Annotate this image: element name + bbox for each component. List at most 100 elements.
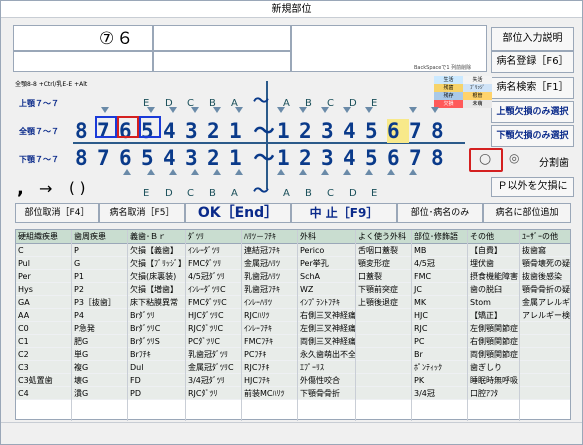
disease-item[interactable]: RJCﾀﾞﾂﾘC: [186, 322, 241, 335]
disease-item[interactable]: 顎骨骨折の疑い: [520, 283, 570, 296]
disease-item[interactable]: C: [16, 244, 71, 257]
cancel-disease-button[interactable]: 病名取消［F5］: [99, 203, 185, 223]
tooth-lower-left-2[interactable]: 2: [299, 146, 321, 170]
disease-item[interactable]: 乳歯冠ﾀﾞﾂﾘ: [186, 348, 241, 361]
disease-item[interactable]: [356, 348, 411, 361]
disease-item[interactable]: 左側三叉神経痛: [298, 322, 355, 335]
disease-item[interactable]: 4/5冠ﾀﾞﾂﾘ: [186, 270, 241, 283]
disease-item[interactable]: 左側顎関節症: [468, 322, 519, 335]
disease-item[interactable]: 下顎骨骨折: [298, 387, 355, 400]
upper-jaw-button[interactable]: 上顎７～７: [19, 98, 59, 109]
select-upper-missing-button[interactable]: 上顎欠損のみ選択: [491, 101, 574, 123]
disease-item[interactable]: PD: [128, 387, 185, 400]
disease-item[interactable]: 顎変形症: [356, 257, 411, 270]
disease-item[interactable]: P: [72, 244, 127, 257]
disease-item[interactable]: [520, 348, 570, 361]
disease-item[interactable]: 欠損【義歯】: [128, 244, 185, 257]
disease-item[interactable]: PCﾀﾞﾂﾘC: [186, 335, 241, 348]
disease-item[interactable]: PC: [412, 335, 467, 348]
tooth-lower-right-7[interactable]: 7: [97, 146, 119, 170]
cancel-site-button[interactable]: 部位取消［F4］: [15, 203, 99, 223]
tooth-lower-left-3[interactable]: 3: [321, 146, 343, 170]
disease-item[interactable]: SchA: [298, 270, 355, 283]
tooth-upper-right-2[interactable]: 2: [207, 119, 229, 143]
tooth-upper-left-6[interactable]: 6: [387, 119, 409, 143]
disease-item[interactable]: 右側三叉神経痛: [298, 309, 355, 322]
disease-item[interactable]: ｲﾝﾚｰﾀﾞﾂﾘ: [186, 244, 241, 257]
disease-item[interactable]: P3［抜歯］: [72, 296, 127, 309]
tooth-lower-right-3[interactable]: 3: [185, 146, 207, 170]
comma-button[interactable]: ,: [17, 178, 24, 199]
disease-item[interactable]: [356, 335, 411, 348]
disease-item[interactable]: FMCﾀﾞﾂﾘC: [186, 296, 241, 309]
disease-item[interactable]: 両側顎関節症: [468, 348, 519, 361]
tooth-lower-left-6[interactable]: 6: [387, 146, 409, 170]
split-tooth-button[interactable]: 分割歯: [539, 154, 569, 169]
disease-item[interactable]: Brﾀﾞﾂﾘ: [128, 309, 185, 322]
disease-item[interactable]: AA: [16, 309, 71, 322]
disease-item[interactable]: 乳歯冠ﾊﾘﾂ: [242, 270, 297, 283]
disease-item[interactable]: ｲﾝﾚｰﾌﾁｷ: [242, 322, 297, 335]
disease-item[interactable]: FMCﾀﾞﾂﾘ: [186, 257, 241, 270]
all-jaw-button[interactable]: 全顎７～７: [19, 126, 59, 137]
disease-item[interactable]: ｲﾝﾚｰﾀﾞﾂﾘC: [186, 283, 241, 296]
tooth-lower-right-8[interactable]: 8: [75, 146, 97, 170]
disease-item[interactable]: 舌咽口蓋裂: [356, 244, 411, 257]
disease-item[interactable]: HJCﾌﾁｷ: [242, 374, 297, 387]
select-lower-missing-button[interactable]: 下顎欠損のみ選択: [491, 125, 574, 147]
disease-item[interactable]: Stom: [468, 296, 519, 309]
disease-item[interactable]: Hys: [16, 283, 71, 296]
lower-deciduous-C-left[interactable]: C: [327, 188, 349, 199]
upper-deciduous-E-left[interactable]: E: [371, 98, 393, 109]
disease-item[interactable]: HJCﾀﾞﾂﾘC: [186, 309, 241, 322]
disease-item[interactable]: P2: [72, 283, 127, 296]
site-disease-only-button[interactable]: 部位･病名のみ: [397, 203, 483, 223]
tooth-upper-left-5[interactable]: 5: [365, 119, 387, 143]
disease-item[interactable]: 【自費】: [468, 244, 519, 257]
lower-deciduous-B-left[interactable]: B: [305, 188, 327, 199]
disease-item[interactable]: Per: [16, 270, 71, 283]
disease-item[interactable]: FMCﾌﾁｷ: [242, 335, 297, 348]
disease-item[interactable]: HJC: [412, 309, 467, 322]
disease-item[interactable]: [520, 387, 570, 400]
disease-item[interactable]: 前装MCﾊﾘﾂ: [242, 387, 297, 400]
lower-deciduous-D-left[interactable]: D: [349, 188, 371, 199]
tooth-lower-right-5[interactable]: 5: [141, 146, 163, 170]
disease-item[interactable]: RJC: [412, 322, 467, 335]
disease-item[interactable]: Perico: [298, 244, 355, 257]
tooth-upper-left-3[interactable]: 3: [321, 119, 343, 143]
tooth-lower-left-5[interactable]: 5: [365, 146, 387, 170]
disease-item[interactable]: P1: [72, 270, 127, 283]
tooth-upper-right-3[interactable]: 3: [185, 119, 207, 143]
parens-button[interactable]: ( ): [69, 179, 85, 197]
disease-item[interactable]: 埋伏歯: [468, 257, 519, 270]
lower-deciduous-E-right[interactable]: E: [143, 188, 165, 199]
disease-item[interactable]: 抜歯後感染: [520, 270, 570, 283]
tooth-upper-right-8[interactable]: 8: [75, 119, 97, 143]
disease-item[interactable]: BrﾀﾞﾂﾘC: [128, 322, 185, 335]
disease-item[interactable]: C1: [16, 335, 71, 348]
lower-deciduous-A-right[interactable]: A: [231, 188, 253, 199]
disease-item[interactable]: MB: [412, 244, 467, 257]
tooth-upper-left-7[interactable]: 7: [409, 119, 431, 143]
disease-item[interactable]: G: [72, 257, 127, 270]
disease-item[interactable]: 金属アレルギー: [520, 296, 570, 309]
disease-item[interactable]: 複G: [72, 361, 127, 374]
disease-item[interactable]: BrﾀﾞﾂﾘS: [128, 335, 185, 348]
disease-item[interactable]: PK: [412, 374, 467, 387]
tooth-upper-right-4[interactable]: 4: [163, 119, 185, 143]
disease-item[interactable]: [520, 374, 570, 387]
disease-item[interactable]: PCﾌﾁｷ: [242, 348, 297, 361]
disease-item[interactable]: 歯ぎしり: [468, 361, 519, 374]
circle-option[interactable]: ○: [479, 151, 491, 167]
tooth-lower-right-6[interactable]: 6: [119, 146, 141, 170]
disease-item[interactable]: 壊G: [72, 374, 127, 387]
disease-item[interactable]: 両側三叉神経痛: [298, 335, 355, 348]
disease-item[interactable]: Per挙孔: [298, 257, 355, 270]
disease-item[interactable]: [356, 374, 411, 387]
disease-item[interactable]: [356, 322, 411, 335]
disease-item[interactable]: 床下粘膜異常: [128, 296, 185, 309]
disease-item[interactable]: C3処置歯: [16, 374, 71, 387]
disease-item[interactable]: 【矯正】: [468, 309, 519, 322]
disease-item[interactable]: [520, 361, 570, 374]
